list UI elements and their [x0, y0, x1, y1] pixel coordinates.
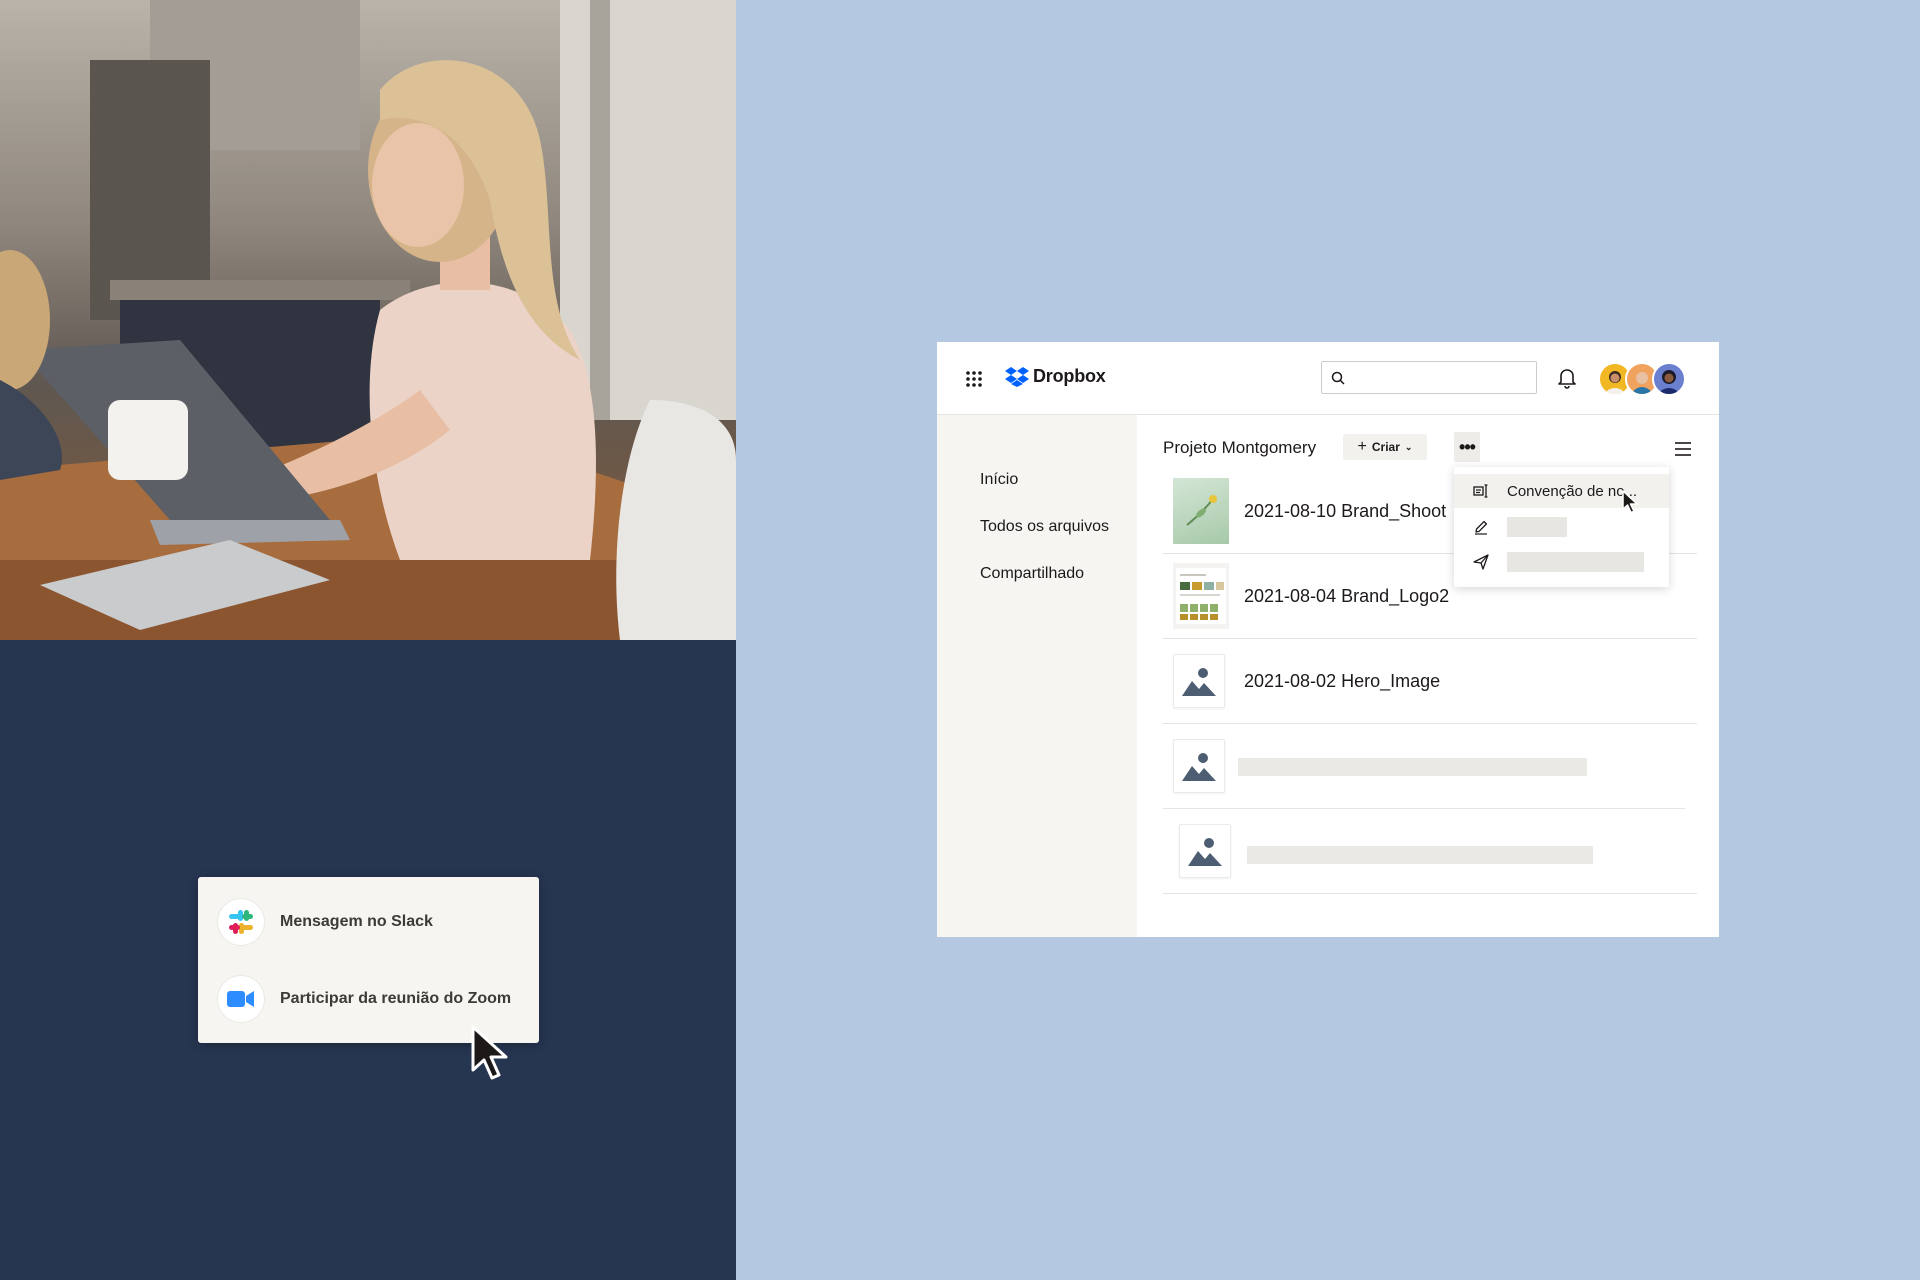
- file-row[interactable]: 2021-08-02 Hero_Image: [1163, 639, 1697, 724]
- plus-icon: +: [1357, 438, 1367, 455]
- image-placeholder-icon: [1179, 824, 1231, 878]
- integrations-card: Mensagem no Slack Participar da reunião …: [198, 877, 539, 1043]
- loading-placeholder: [1238, 758, 1587, 776]
- image-placeholder-icon: [1173, 739, 1225, 793]
- zoom-option-label: Participar da reunião do Zoom: [280, 990, 512, 1007]
- notifications-bell-icon[interactable]: [1556, 367, 1578, 389]
- sidebar: Início Todos os arquivos Compartilhado: [937, 415, 1137, 937]
- file-thumbnail: [1173, 478, 1229, 544]
- pencil-icon: [1475, 520, 1488, 535]
- dropbox-logo-icon: [1005, 366, 1029, 387]
- menu-item-rename[interactable]: [1454, 510, 1669, 544]
- context-menu: Convenção de no...: [1454, 467, 1669, 587]
- file-name: 2021-08-02 Hero_Image: [1244, 671, 1441, 691]
- file-name: 2021-08-04 Brand_Logo2: [1244, 586, 1450, 606]
- woman-at-laptop-illustration: [0, 0, 736, 640]
- avatar[interactable]: [1652, 362, 1686, 396]
- slack-message-option[interactable]: Mensagem no Slack: [198, 887, 539, 957]
- naming-convention-icon: [1473, 484, 1488, 498]
- menu-item-placeholder: [1507, 517, 1567, 537]
- loading-placeholder: [1247, 846, 1593, 864]
- search-box[interactable]: [1321, 361, 1537, 394]
- search-input[interactable]: [1352, 366, 1534, 391]
- top-bar: Dropbox: [937, 342, 1719, 415]
- slack-option-label: Mensagem no Slack: [280, 913, 433, 930]
- send-icon: [1473, 554, 1489, 570]
- file-name: 2021-08-10 Brand_Shoot: [1244, 501, 1447, 521]
- app-grid-icon[interactable]: [965, 370, 983, 388]
- breadcrumb[interactable]: Projeto Montgomery: [1163, 438, 1316, 458]
- file-thumbnail: [1173, 563, 1229, 629]
- chevron-down-icon: ⌄: [1404, 441, 1413, 452]
- dropbox-logo[interactable]: Dropbox: [1005, 366, 1106, 387]
- sidebar-item-all-files[interactable]: Todos os arquivos: [980, 518, 1109, 536]
- mouse-cursor-icon: [471, 1025, 508, 1080]
- menu-item-send[interactable]: [1454, 545, 1669, 579]
- dropbox-window: Dropbox Início Todos os arquivos Compart…: [937, 342, 1719, 937]
- logo-text: Dropbox: [1033, 366, 1106, 386]
- more-options-button[interactable]: •••: [1454, 432, 1480, 462]
- image-placeholder-icon: [1173, 654, 1225, 708]
- document-preview-icon: [1176, 568, 1226, 624]
- sidebar-item-shared[interactable]: Compartilhado: [980, 565, 1084, 583]
- create-button-label: Criar: [1371, 440, 1400, 454]
- hero-photo: [0, 0, 736, 640]
- file-row[interactable]: [1163, 809, 1697, 894]
- list-view-icon[interactable]: [1675, 442, 1691, 456]
- create-button[interactable]: + Criar ⌄: [1343, 434, 1427, 460]
- ellipsis-icon: •••: [1459, 436, 1476, 457]
- menu-item-label: Convenção de no...: [1507, 482, 1638, 500]
- menu-item-placeholder: [1507, 552, 1644, 572]
- zoom-icon: [218, 976, 264, 1022]
- file-row[interactable]: [1163, 724, 1685, 809]
- sidebar-item-home[interactable]: Início: [980, 471, 1018, 489]
- flower-photo-icon: [1186, 495, 1217, 526]
- mouse-cursor-icon: [1622, 490, 1638, 514]
- search-icon: [1331, 371, 1345, 385]
- slack-icon: [218, 899, 264, 945]
